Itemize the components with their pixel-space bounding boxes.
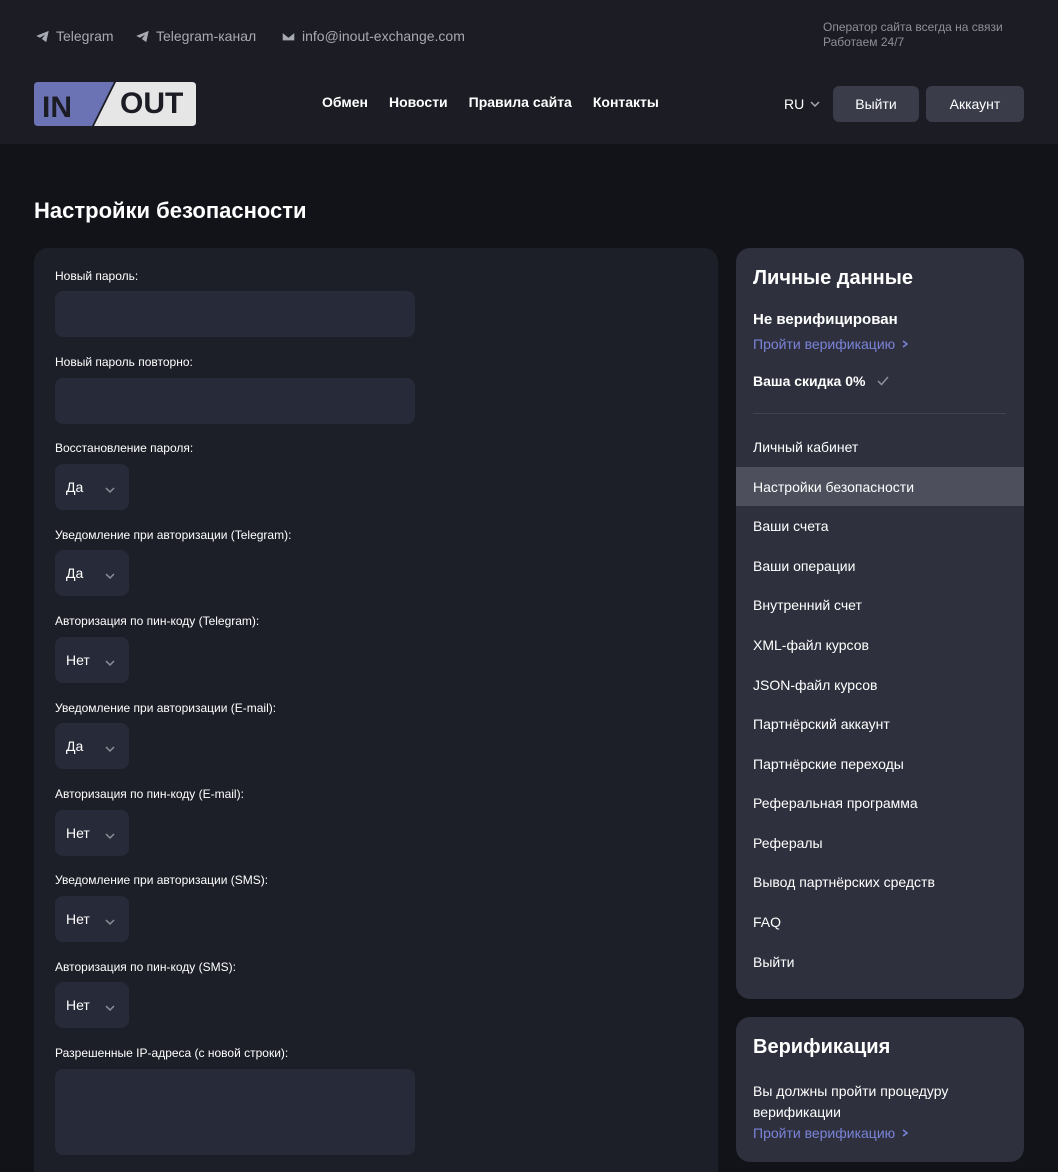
sidebar-item-security[interactable]: Настройки безопасности: [736, 467, 1024, 506]
sms-pin-select[interactable]: Нет: [55, 982, 129, 1028]
sidebar-item-partner-clicks[interactable]: Партнёрские переходы: [736, 744, 1024, 783]
telegram-icon: [36, 30, 49, 42]
security-settings-form: Новый пароль: Новый пароль повторно: Вос…: [34, 248, 718, 1172]
telegram-pin-label: Авторизация по пин-коду (Telegram):: [55, 614, 260, 628]
chevron-right-icon: [902, 1129, 909, 1137]
telegram-login-notify-label: Уведомление при авторизации (Telegram):: [55, 528, 292, 542]
chevron-down-icon: [105, 828, 115, 840]
inout-logo[interactable]: IN OUT: [34, 82, 196, 126]
select-value: Да: [66, 565, 84, 581]
select-value: Нет: [66, 825, 90, 841]
sms-login-notify-label: Уведомление при авторизации (SMS):: [55, 873, 269, 887]
new-password-repeat-label: Новый пароль повторно:: [55, 355, 193, 369]
working-hours: Работаем 24/7: [823, 35, 905, 49]
verification-text: Вы должны пройти процедуру верификации: [753, 1083, 949, 1120]
verify-link[interactable]: Пройти верификацию: [753, 336, 909, 352]
chevron-down-icon: [105, 741, 115, 753]
telegram-channel-label: Telegram-канал: [156, 28, 257, 44]
nav-rules[interactable]: Правила сайта: [469, 94, 572, 114]
nav-contacts[interactable]: Контакты: [593, 94, 659, 114]
chevron-down-icon: [810, 101, 820, 108]
chevron-down-icon: [105, 655, 115, 667]
verify-link-label: Пройти верификацию: [753, 336, 896, 352]
language-label: RU: [784, 96, 805, 112]
new-password-input[interactable]: [55, 291, 415, 337]
email-pin-label: Авторизация по пин-коду (E-mail):: [55, 787, 244, 801]
main-nav: Обмен Новости Правила сайта Контакты: [322, 94, 659, 114]
select-value: Нет: [66, 997, 90, 1013]
telegram-login-notify-select[interactable]: Да: [55, 550, 129, 596]
sidebar-item-referral-program[interactable]: Реферальная программа: [736, 783, 1024, 822]
verification-link-label: Пройти верификацию: [753, 1125, 896, 1141]
operator-info: Оператор сайта всегда на связи Работаем …: [823, 20, 1023, 50]
chevron-right-icon: [902, 340, 909, 348]
logo-out-text: OUT: [120, 87, 183, 120]
chevron-down-icon: [105, 568, 115, 580]
telegram-pin-select[interactable]: Нет: [55, 637, 129, 683]
telegram-icon: [136, 30, 149, 42]
chevron-down-icon: [105, 1000, 115, 1012]
select-value: Да: [66, 479, 84, 495]
sidebar-item-partner-account[interactable]: Партнёрский аккаунт: [736, 704, 1024, 743]
email-login-notify-select[interactable]: Да: [55, 723, 129, 769]
divider: [753, 413, 1006, 414]
check-icon: [877, 376, 890, 386]
sidebar-item-xml-rates[interactable]: XML-файл курсов: [736, 625, 1024, 664]
password-recovery-label: Восстановление пароля:: [55, 441, 194, 455]
password-recovery-select[interactable]: Да: [55, 464, 129, 510]
personal-data-sidebar: Личные данные Не верифицирован Пройти ве…: [736, 248, 1024, 999]
verification-link[interactable]: Пройти верификацию: [753, 1125, 909, 1141]
allowed-ip-textarea[interactable]: [55, 1069, 415, 1155]
sidebar-item-operations[interactable]: Ваши операции: [736, 546, 1024, 585]
page-title: Настройки безопасности: [34, 198, 307, 223]
verification-card: Верификация Вы должны пройти процедуру в…: [736, 1017, 1024, 1162]
logo-in-text: IN: [42, 91, 72, 124]
operator-line: Оператор сайта всегда на связи: [823, 20, 1003, 34]
new-password-label: Новый пароль:: [55, 269, 139, 283]
sidebar-title: Личные данные: [753, 267, 913, 289]
sidebar-item-accounts[interactable]: Ваши счета: [736, 506, 1024, 545]
allowed-ip-label: Разрешенные IP-адреса (с новой строки):: [55, 1046, 289, 1060]
email-login-notify-label: Уведомление при авторизации (E-mail):: [55, 701, 277, 715]
email-pin-select[interactable]: Нет: [55, 810, 129, 856]
sidebar-item-partner-withdrawal[interactable]: Вывод партнёрских средств: [736, 862, 1024, 901]
telegram-link[interactable]: Telegram: [35, 27, 114, 45]
language-selector[interactable]: RU: [784, 94, 820, 114]
chevron-down-icon: [105, 482, 115, 494]
sidebar-item-internal-account[interactable]: Внутренний счет: [736, 585, 1024, 624]
email-link[interactable]: info@inout-exchange.com: [281, 27, 465, 45]
select-value: Нет: [66, 652, 90, 668]
chevron-down-icon: [105, 914, 115, 926]
account-button[interactable]: Аккаунт: [926, 86, 1024, 122]
select-value: Да: [66, 738, 84, 754]
sidebar-item-faq[interactable]: FAQ: [736, 902, 1024, 941]
telegram-link-label: Telegram: [56, 28, 114, 44]
site-header: Telegram Telegram-канал info@inout-excha…: [0, 0, 1058, 144]
sidebar-item-logout[interactable]: Выйти: [736, 942, 1024, 981]
sms-login-notify-select[interactable]: Нет: [55, 896, 129, 942]
email-label: info@inout-exchange.com: [302, 28, 465, 44]
nav-news[interactable]: Новости: [389, 94, 448, 114]
nav-exchange[interactable]: Обмен: [322, 94, 368, 114]
sidebar-item-json-rates[interactable]: JSON-файл курсов: [736, 665, 1024, 704]
new-password-repeat-input[interactable]: [55, 378, 415, 424]
logout-button[interactable]: Выйти: [833, 86, 919, 122]
discount-label: Ваша скидка 0%: [753, 373, 866, 389]
verification-status: Не верифицирован: [753, 311, 898, 328]
select-value: Нет: [66, 911, 90, 927]
sidebar-item-referrals[interactable]: Рефералы: [736, 823, 1024, 862]
sidebar-item-dashboard[interactable]: Личный кабинет: [736, 427, 1024, 466]
sms-pin-label: Авторизация по пин-коду (SMS):: [55, 960, 236, 974]
mail-icon: [281, 31, 296, 41]
telegram-channel-link[interactable]: Telegram-канал: [135, 27, 256, 45]
verification-title: Верификация: [753, 1036, 891, 1058]
discount-info: Ваша скидка 0%: [753, 373, 890, 389]
